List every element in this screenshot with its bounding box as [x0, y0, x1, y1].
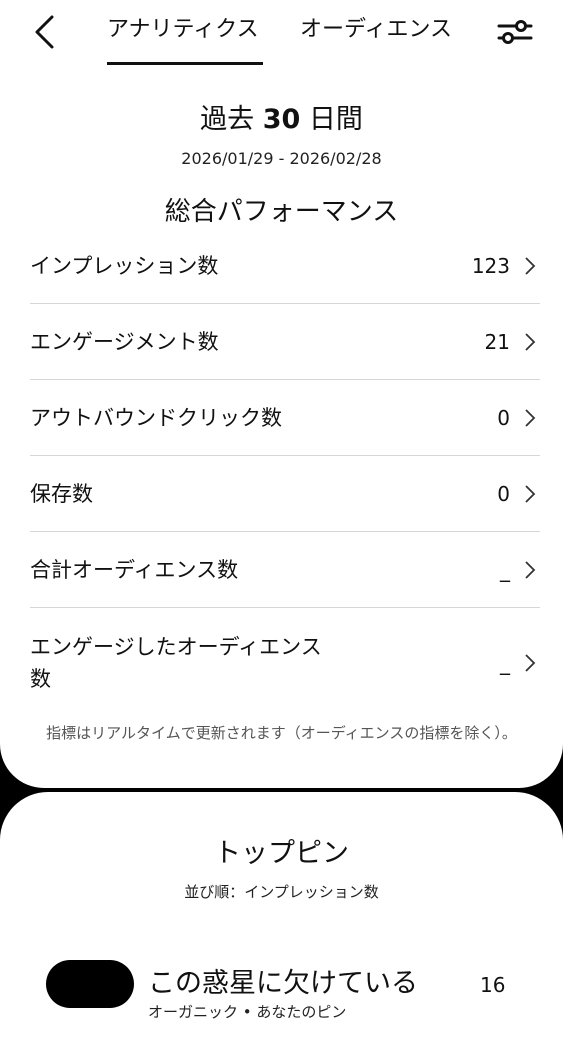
metric-engaged-audience[interactable]: エンゲージしたオーディエンス数 _ [30, 608, 540, 718]
metrics-list: インプレッション数 123 エンゲージメント数 21 アウトバウンドクリック数 … [30, 228, 540, 718]
tab-audience[interactable]: オーディエンス [300, 14, 452, 54]
period-suffix: 日間 [308, 104, 363, 135]
metric-engagements[interactable]: エンゲージメント数 21 [30, 304, 540, 380]
metric-label: 合計オーディエンス数 [30, 557, 239, 582]
metric-label: エンゲージメント数 [30, 329, 219, 354]
pin-impression-count: 16 [480, 973, 506, 997]
tab-analytics[interactable]: アナリティクス [107, 14, 259, 54]
metric-value: _ [500, 557, 510, 582]
metric-total-audience[interactable]: 合計オーディエンス数 _ [30, 532, 540, 608]
period-title: 過去 30 日間 [0, 100, 563, 140]
metric-impressions[interactable]: インプレッション数 123 [30, 228, 540, 304]
top-nav: アナリティクス オーディエンス [0, 0, 563, 68]
metric-saves[interactable]: 保存数 0 [30, 456, 540, 532]
metric-label: インプレッション数 [30, 253, 219, 278]
metric-label: 保存数 [30, 481, 93, 506]
sort-label[interactable]: 並び順：インプレッション数 [0, 880, 563, 904]
sliders-icon [497, 20, 533, 44]
back-button[interactable] [22, 10, 66, 54]
metric-value: 123 [471, 253, 510, 278]
metric-value: 0 [497, 405, 510, 430]
chevron-right-icon [522, 560, 538, 580]
performance-title: 総合パフォーマンス [164, 197, 399, 227]
metric-outbound-clicks[interactable]: アウトバウンドクリック数 0 [30, 380, 540, 456]
chevron-right-icon [522, 408, 538, 428]
pin-thumbnail[interactable] [46, 960, 134, 1008]
chevron-right-icon [522, 653, 538, 673]
top-pins-title: トップピン [214, 838, 349, 869]
chevron-right-icon [522, 332, 538, 352]
active-tab-indicator [107, 62, 263, 65]
metric-value: _ [500, 651, 510, 675]
metric-value: 21 [484, 329, 510, 354]
period-prefix: 過去 [200, 104, 255, 135]
metric-label: エンゲージしたオーディエンス数 [30, 635, 322, 691]
chevron-right-icon [522, 484, 538, 504]
filter-button[interactable] [490, 10, 540, 54]
metric-value: 0 [497, 481, 510, 506]
chevron-left-icon [35, 15, 54, 49]
realtime-footnote: 指標はリアルタイムで更新されます（オーディエンスの指標を除く）。 [46, 724, 517, 742]
chevron-right-icon [522, 256, 538, 276]
date-range: 2026/01/29 - 2026/02/28 [181, 149, 382, 168]
metric-label: アウトバウンドクリック数 [30, 405, 282, 430]
period-days: 30 [262, 104, 301, 135]
pin-title[interactable]: この惑星に欠けている [148, 964, 418, 1004]
pin-meta: オーガニック • あなたのピン [148, 1003, 347, 1021]
